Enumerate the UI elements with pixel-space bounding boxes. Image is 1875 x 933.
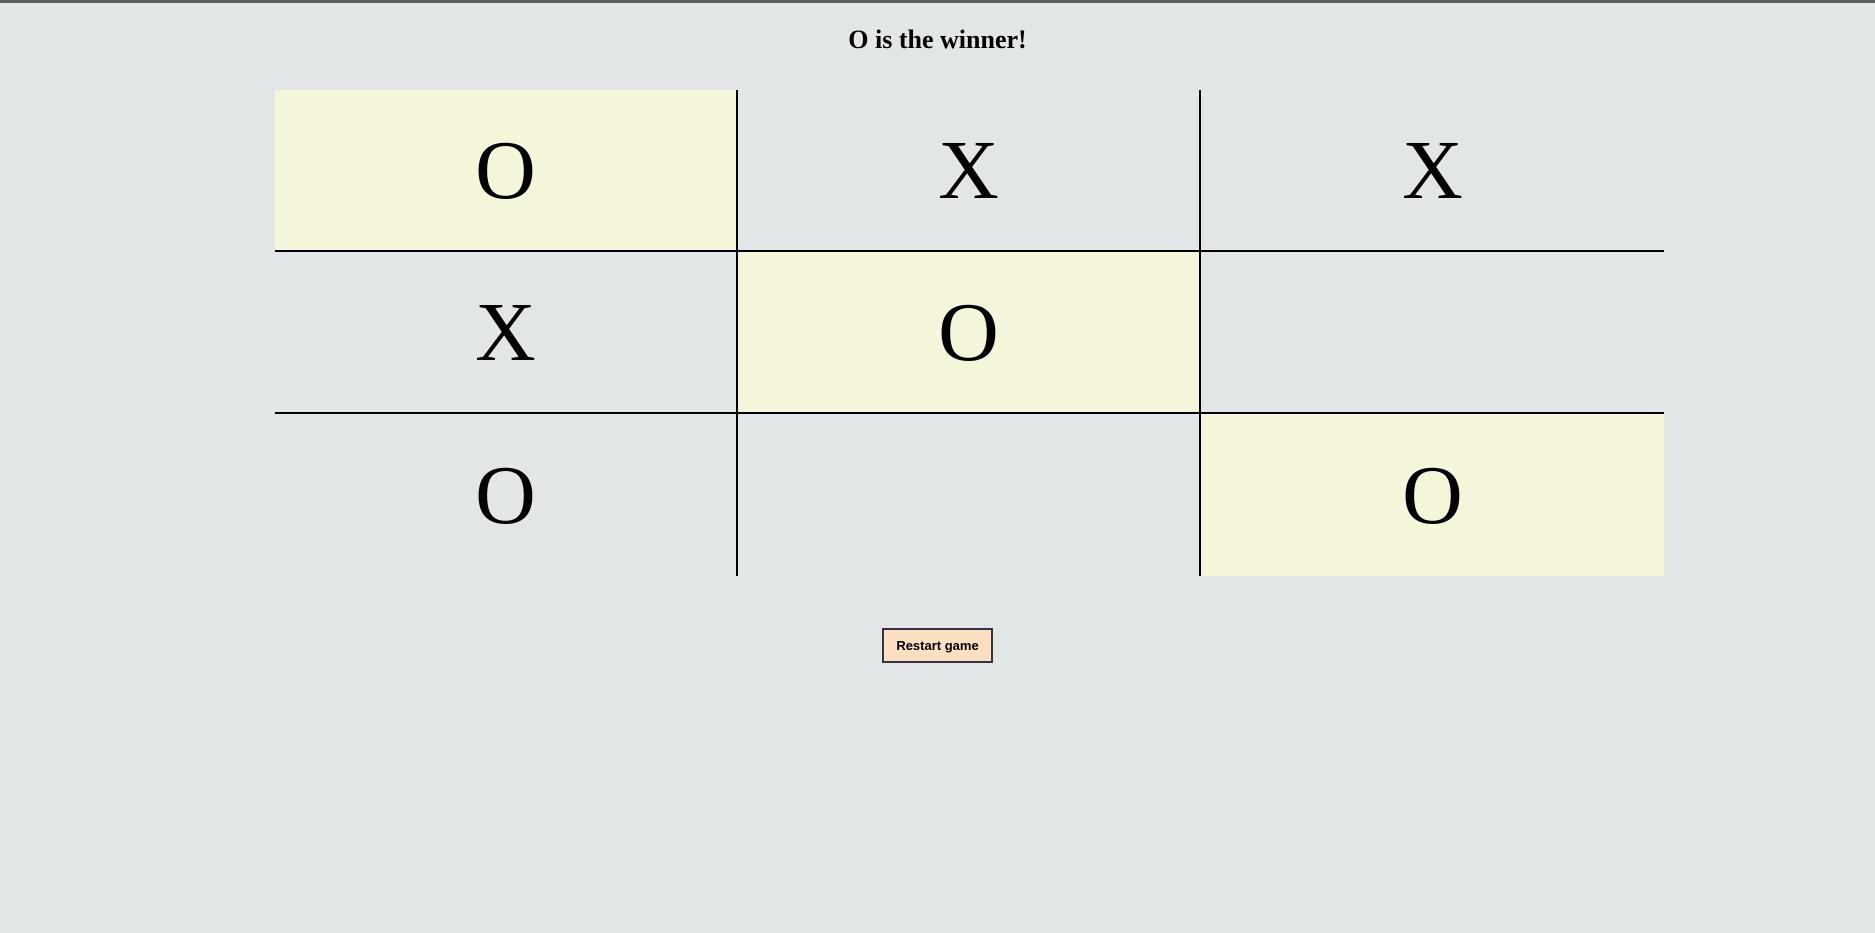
board-cell-0[interactable]: O <box>275 90 738 252</box>
board-cell-3[interactable]: X <box>275 252 738 414</box>
board-cell-2[interactable]: X <box>1201 90 1664 252</box>
board-cell-8[interactable]: O <box>1201 414 1664 576</box>
board-cell-1[interactable]: X <box>738 90 1201 252</box>
board-cell-4[interactable]: O <box>738 252 1201 414</box>
controls: Restart game <box>0 628 1875 663</box>
board-cell-5[interactable] <box>1201 252 1664 414</box>
game-board: O X X X O O O <box>275 90 1664 576</box>
board-cell-7[interactable] <box>738 414 1201 576</box>
restart-button[interactable]: Restart game <box>882 628 992 663</box>
game-status: O is the winner! <box>848 25 1026 55</box>
board-cell-6[interactable]: O <box>275 414 738 576</box>
